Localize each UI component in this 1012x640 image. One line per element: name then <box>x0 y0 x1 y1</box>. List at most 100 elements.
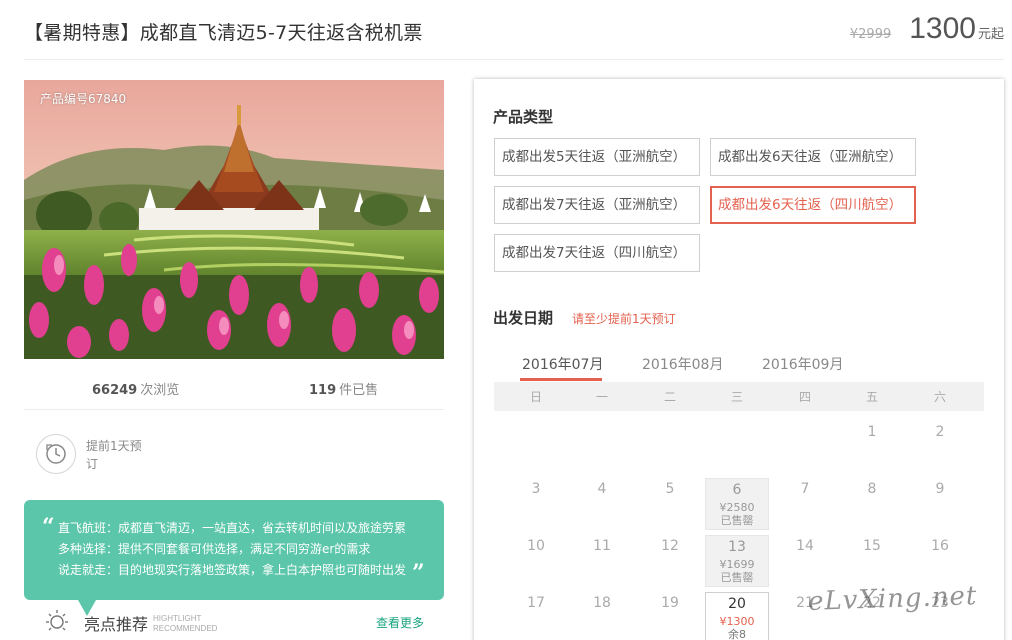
calendar-day: 15 <box>840 535 904 587</box>
calendar-day-number: 6 <box>732 482 742 498</box>
clock-icon <box>36 434 76 474</box>
calendar-day: 3 <box>504 478 568 530</box>
description-box: “ 直飞航班：成都直飞清迈，一站直达，省去转机时间以及旅途劳累 多种选择：提供不… <box>24 500 444 600</box>
calendar-day-number: 19 <box>661 595 679 611</box>
weekday-label: 一 <box>595 390 608 404</box>
calendar-day-number: 11 <box>593 538 611 554</box>
calendar-day-number: 15 <box>863 538 881 554</box>
description-lines: 直飞航班：成都直飞清迈，一站直达，省去转机时间以及旅途劳累 多种选择：提供不同套… <box>58 518 406 581</box>
weekday-label: 六 <box>933 390 946 404</box>
weekday-label: 二 <box>663 390 676 404</box>
weekday-header: 日一二三四五六 <box>494 382 984 411</box>
calendar-day: 16 <box>908 535 972 587</box>
departure-date-label: 出发日期 <box>493 309 554 327</box>
calendar-day: 11 <box>570 535 634 587</box>
highlights-subtitle: HIGHTLIGHT RECOMMENDED <box>153 614 217 634</box>
calendar-day-number: 7 <box>800 481 810 497</box>
calendar-day-price: ¥1300 <box>719 615 755 628</box>
calendar-day-number: 3 <box>531 481 541 497</box>
page-title: 【暑期特惠】成都直飞清迈5-7天往返含税机票 <box>24 22 423 44</box>
price-suffix: 元起 <box>977 27 1004 42</box>
weekday-label: 日 <box>529 390 542 404</box>
calendar-day-number: 9 <box>935 481 945 497</box>
product-stats: 66249 次浏览 119 件已售 <box>24 366 444 410</box>
sold-label: 件已售 <box>339 383 379 398</box>
sold-stat: 119 件已售 <box>309 379 378 398</box>
calendar-day: 4 <box>570 478 634 530</box>
watermark: eLvXing.net <box>807 581 978 617</box>
calendar-day-soldout: 6 ¥2580 已售罄 <box>705 478 769 530</box>
calendar-day-number: 10 <box>527 538 545 554</box>
current-price: 1300 <box>909 12 976 45</box>
calendar-day-number: 1 <box>867 424 877 440</box>
description-line: 直飞航班：成都直飞清迈，一站直达，省去转机时间以及旅途劳累 <box>58 521 407 535</box>
calendar-day-number: 8 <box>867 481 877 497</box>
sun-icon <box>46 610 68 631</box>
product-type-option[interactable]: 成都出发7天往返（亚洲航空） <box>494 186 700 224</box>
calendar-day-number: 13 <box>728 539 746 555</box>
month-tab[interactable]: 2016年09月 <box>762 354 843 374</box>
calendar-day-number: 18 <box>593 595 611 611</box>
see-more-link[interactable]: 查看更多 <box>376 614 424 631</box>
calendar-day: 17 <box>504 592 568 640</box>
product-type-option[interactable]: 成都出发7天往返（四川航空） <box>494 234 700 272</box>
departure-hint: 请至少提前1天预订 <box>572 312 676 326</box>
calendar-day-number: 20 <box>728 596 746 612</box>
calendar-day: 18 <box>570 592 634 640</box>
calendar-day-number: 14 <box>796 538 814 554</box>
calendar-day: 2 <box>908 421 972 473</box>
month-tab[interactable]: 2016年07月 <box>522 354 603 374</box>
calendar-day-price: ¥1699 <box>719 558 755 571</box>
calendar-day-available[interactable]: 20 ¥1300 余8 <box>705 592 769 640</box>
product-number: 产品编号67840 <box>40 92 127 106</box>
calendar-day: 5 <box>638 478 702 530</box>
original-price: ¥2999 <box>849 27 892 42</box>
description-line: 说走就走：目的地现实行落地签政策，拿上白本护照也可随时出发 <box>58 563 407 577</box>
product-type-option[interactable]: 成都出发5天往返（亚洲航空） <box>494 138 700 176</box>
product-header: 【暑期特惠】成都直飞清迈5-7天往返含税机票 ¥2999 1300 元起 <box>24 0 1004 60</box>
calendar-day: 1 <box>840 421 904 473</box>
booking-panel: 产品类型 成都出发5天往返（亚洲航空） 成都出发6天往返（亚洲航空） 成都出发7… <box>474 79 1004 640</box>
open-quote-icon: “ <box>42 514 55 540</box>
product-photo <box>24 80 444 359</box>
booking-tip-text: 提前1天预订 <box>86 439 142 471</box>
month-tab[interactable]: 2016年08月 <box>642 354 723 374</box>
calendar-day: 19 <box>638 592 702 640</box>
calendar-day: 10 <box>504 535 568 587</box>
calendar-day-status: 已售罄 <box>720 514 754 527</box>
calendar-day-number: 16 <box>931 538 949 554</box>
active-month-indicator <box>520 378 602 381</box>
price-box: ¥2999 1300 元起 <box>850 12 1004 46</box>
close-quote-icon: ” <box>412 560 425 586</box>
calendar-day-number: 2 <box>935 424 945 440</box>
description-line: 多种选择：提供不同套餐可供选择，满足不同穷游er的需求 <box>58 542 371 556</box>
views-label: 次浏览 <box>140 383 180 398</box>
calendar-day: 12 <box>638 535 702 587</box>
calendar-day-status: 余8 <box>728 628 746 640</box>
sold-count: 119 <box>309 383 337 398</box>
calendar-day: 9 <box>908 478 972 530</box>
highlights-title: 亮点推荐 <box>84 615 149 634</box>
views-count: 66249 <box>92 383 138 398</box>
calendar-day-price: ¥2580 <box>719 501 755 514</box>
calendar-day-number: 17 <box>527 595 545 611</box>
calendar-day-number: 4 <box>597 481 607 497</box>
weekday-label: 五 <box>865 390 878 404</box>
calendar-day-status: 已售罄 <box>720 571 754 584</box>
calendar-day: 14 <box>773 535 837 587</box>
calendar-day-number: 12 <box>661 538 679 554</box>
highlights-header: 亮点推荐 HIGHTLIGHT RECOMMENDED 查看更多 <box>44 608 444 640</box>
booking-tip: 提前1天预订 <box>36 434 336 478</box>
calendar-day: 7 <box>773 478 837 530</box>
product-type-label: 产品类型 <box>493 108 554 126</box>
highlights-en-line2: RECOMMENDED <box>153 624 218 633</box>
weekday-label: 三 <box>730 390 743 404</box>
highlights-en-line1: HIGHTLIGHT <box>153 614 202 623</box>
views-stat: 66249 次浏览 <box>92 379 179 398</box>
product-type-option[interactable]: 成都出发6天往返（亚洲航空） <box>710 138 916 176</box>
calendar-day-number: 5 <box>665 481 675 497</box>
product-type-option-selected[interactable]: 成都出发6天往返（四川航空） <box>710 186 916 224</box>
weekday-label: 四 <box>798 390 811 404</box>
calendar-day: 8 <box>840 478 904 530</box>
calendar-day-soldout: 13 ¥1699 已售罄 <box>705 535 769 587</box>
